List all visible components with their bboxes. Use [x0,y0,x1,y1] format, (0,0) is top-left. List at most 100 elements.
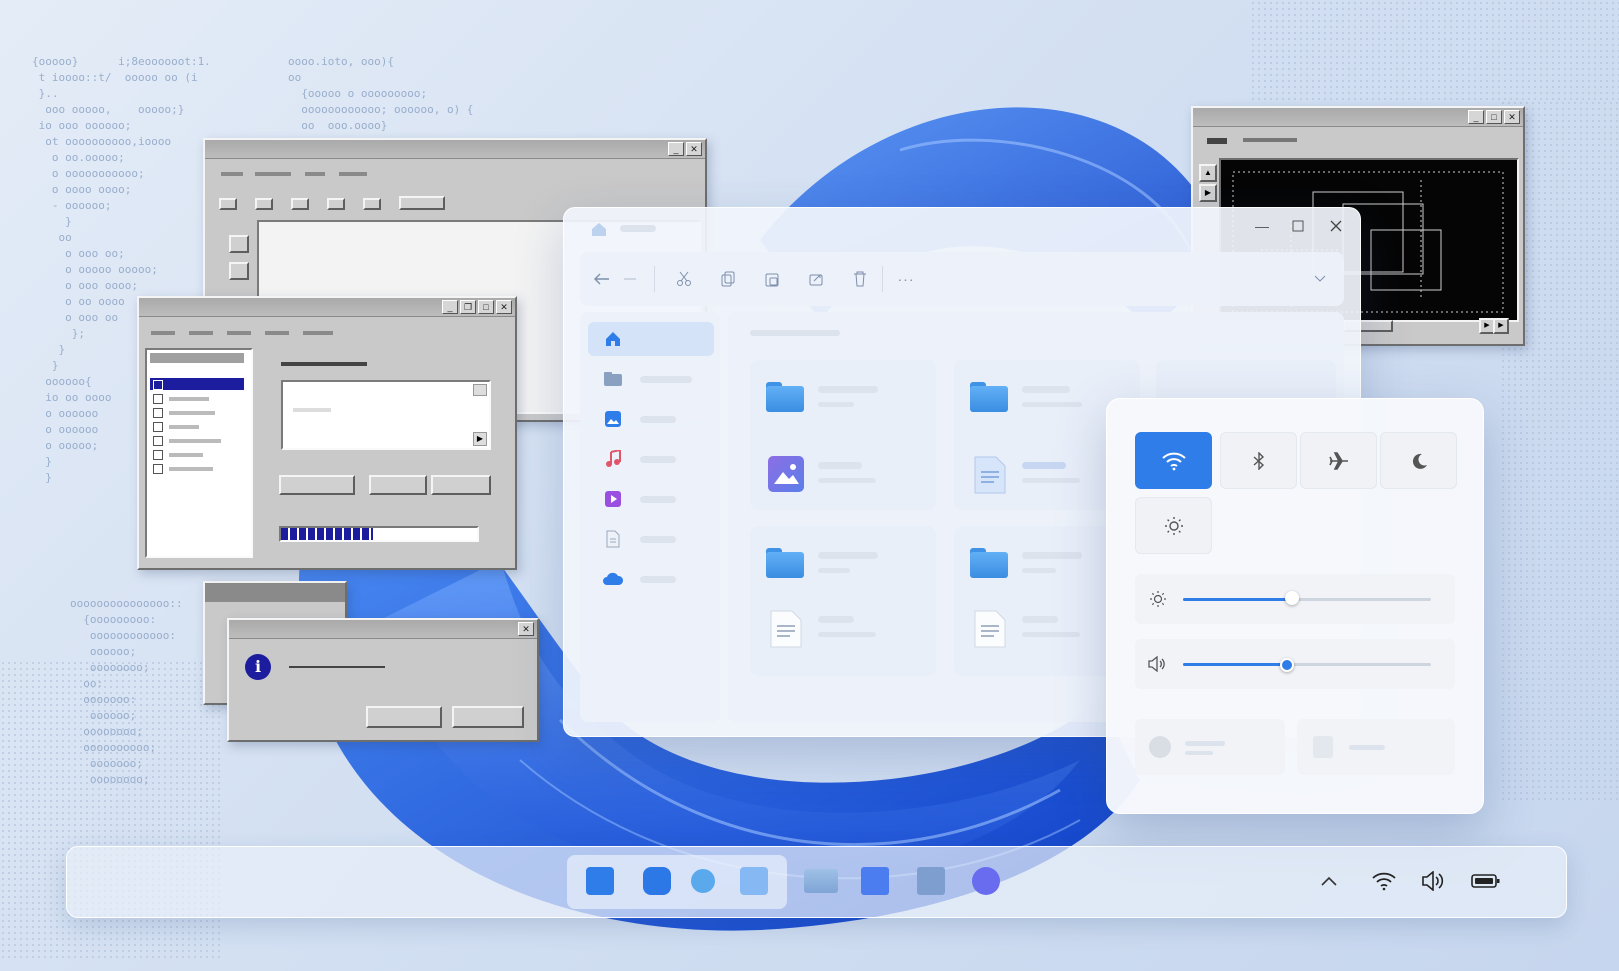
taskbar-app[interactable] [972,867,1000,895]
brightness-slider-thumb[interactable] [1285,591,1300,605]
maximize-button[interactable] [1284,214,1312,238]
file-item[interactable] [764,544,924,588]
minimize-button[interactable]: _ [668,142,684,156]
menu-item[interactable] [255,172,291,176]
tool-button[interactable] [229,235,249,253]
file-item[interactable] [968,454,1128,498]
brightness-slider[interactable] [1183,591,1431,605]
list-item[interactable] [169,453,203,457]
minimize-button[interactable]: _ [1468,110,1484,124]
minimize-button[interactable]: _ [442,300,458,314]
checkbox[interactable] [153,394,163,404]
menu-item[interactable] [1243,138,1297,142]
menu-item[interactable] [265,331,289,335]
taskbar-app[interactable] [804,869,838,893]
minimize-button[interactable]: — [1248,214,1276,238]
volume-slider[interactable] [1183,658,1431,672]
taskbar-app[interactable] [740,867,768,895]
taskbar-app[interactable] [861,867,889,895]
title-bar[interactable]: _ ✕ [205,140,705,159]
sidebar-item-pictures[interactable] [588,404,714,434]
sidebar-item-home[interactable] [588,322,714,356]
title-bar[interactable] [205,583,345,602]
close-button[interactable]: ✕ [496,300,512,314]
menu-item[interactable] [339,172,367,176]
toolbar-button[interactable] [399,196,445,210]
menu-item[interactable] [189,331,213,335]
list-item[interactable] [169,397,209,401]
sidebar-item-videos[interactable] [588,484,714,514]
file-item[interactable] [968,608,1128,652]
file-item[interactable] [968,544,1128,588]
list-item[interactable] [169,467,213,471]
text-input[interactable]: ▶ [281,380,491,450]
sidebar-item-music[interactable] [588,444,714,474]
taskbar-app[interactable] [643,867,671,895]
scroll-right-icon[interactable]: ▶ [473,432,487,446]
toolbar-button[interactable] [219,198,237,210]
dialog-button[interactable] [431,475,491,495]
airplane-mode-toggle[interactable] [1300,432,1377,489]
toolbar-button[interactable] [291,198,309,210]
list-item[interactable] [169,439,221,443]
checkbox-list[interactable] [145,348,253,558]
battery-icon[interactable] [1469,867,1503,895]
list-item-selected[interactable] [150,378,244,390]
toolbar-button[interactable] [255,198,273,210]
settings-card[interactable] [1297,719,1455,775]
sidebar-item-onedrive[interactable] [588,564,714,594]
brightness-toggle[interactable] [1135,497,1212,554]
checkbox[interactable] [153,436,163,446]
share-icon[interactable] [804,268,828,290]
wifi-toggle[interactable] [1135,432,1212,489]
sidebar-item-documents[interactable] [588,524,714,554]
dialog-button[interactable] [369,475,427,495]
close-button[interactable]: ✕ [1504,110,1520,124]
file-item[interactable] [764,454,924,498]
start-button[interactable] [586,867,614,895]
delete-icon[interactable] [848,268,872,290]
title-bar[interactable]: _ □ ✕ [1193,108,1523,127]
retro-dialog-settings[interactable]: _ ❐ □ ✕ ▶ [137,296,517,570]
dialog-button[interactable] [279,475,355,495]
scroll-up-button[interactable]: ▲ [1199,164,1217,182]
menu-item[interactable] [305,172,325,176]
close-button[interactable]: ✕ [518,622,534,636]
cut-icon[interactable] [672,268,696,290]
maximize-button[interactable]: □ [478,300,494,314]
tool-button[interactable] [229,262,249,280]
file-item[interactable] [764,608,924,652]
menu-item[interactable] [151,331,175,335]
volume-slider-thumb[interactable] [1280,658,1295,672]
ok-button[interactable] [366,706,442,728]
title-bar[interactable]: ✕ [229,620,537,639]
list-item[interactable] [169,411,215,415]
checkbox[interactable] [153,464,163,474]
taskbar-app[interactable] [917,867,945,895]
forward-arrow-icon[interactable] [618,268,642,290]
paste-icon[interactable] [760,268,784,290]
checkbox[interactable] [153,422,163,432]
menu-item[interactable] [303,331,333,335]
menu-item[interactable] [1207,138,1227,144]
battery-status-card[interactable] [1135,719,1285,775]
cancel-button[interactable] [452,706,524,728]
retro-info-dialog[interactable]: ✕ i [227,618,539,742]
more-icon[interactable]: ··· [892,268,920,290]
chevron-up-icon[interactable] [1317,869,1341,893]
file-item[interactable] [968,378,1128,422]
file-item[interactable] [764,378,924,422]
maximize-button[interactable]: □ [1486,110,1502,124]
list-item[interactable] [169,425,199,429]
checkbox[interactable] [153,408,163,418]
close-button[interactable]: ✕ [686,142,702,156]
wifi-icon[interactable] [1370,867,1398,895]
back-arrow-icon[interactable] [590,268,614,290]
checkbox[interactable] [153,380,163,390]
night-light-toggle[interactable] [1380,432,1457,489]
chevron-down-icon[interactable] [1308,268,1332,290]
menu-item[interactable] [227,331,251,335]
sidebar-item-desktop[interactable] [588,364,714,394]
scroll-down-button[interactable]: ▶ [1199,184,1217,202]
menu-item[interactable] [221,172,243,176]
